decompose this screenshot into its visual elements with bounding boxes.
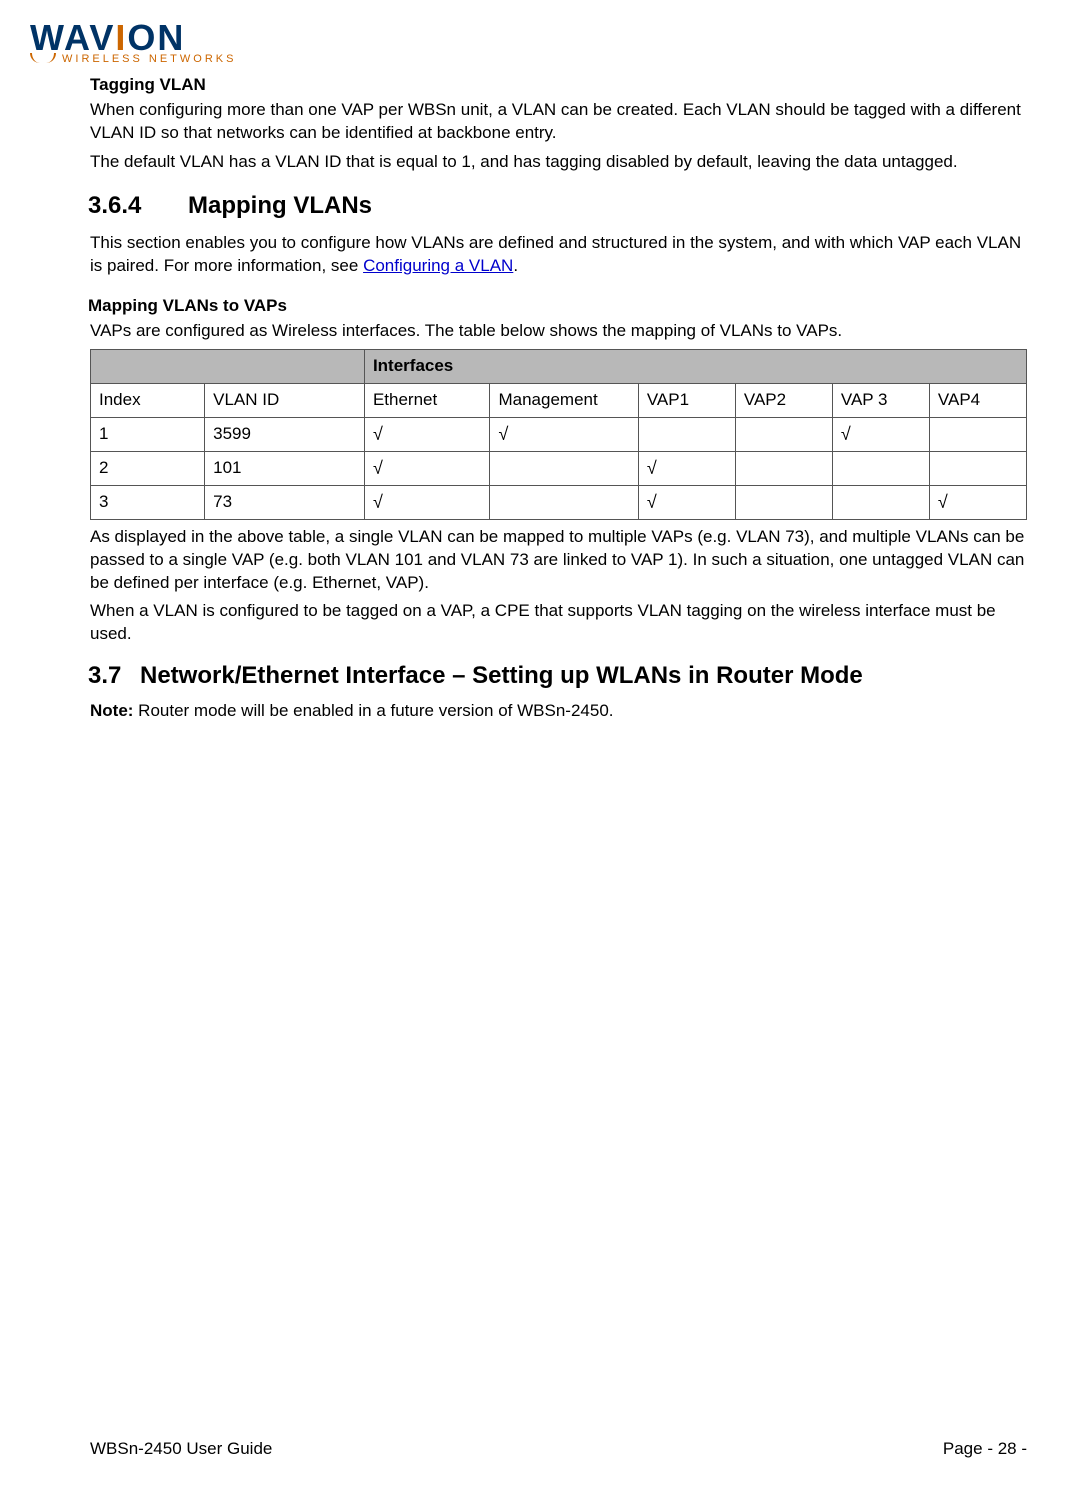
cell-vap3 bbox=[832, 451, 929, 485]
logo-subtitle: WIRELESS NETWORKS bbox=[30, 52, 1027, 65]
mapping-p3: When a VLAN is configured to be tagged o… bbox=[90, 600, 1027, 646]
col-management: Management bbox=[490, 383, 638, 417]
mapping-intro: VAPs are configured as Wireless interfac… bbox=[90, 320, 1027, 343]
table-header-row-1: Interfaces bbox=[91, 349, 1027, 383]
vlan-vap-table: Interfaces Index VLAN ID Ethernet Manage… bbox=[90, 349, 1027, 520]
cell-management bbox=[490, 451, 638, 485]
footer-right: Page - 28 - bbox=[943, 1439, 1027, 1459]
cell-vlanid: 101 bbox=[205, 451, 365, 485]
col-vap2: VAP2 bbox=[735, 383, 832, 417]
cell-index: 1 bbox=[91, 417, 205, 451]
section-num: 3.6.4 bbox=[88, 192, 188, 220]
cell-vap2 bbox=[735, 485, 832, 519]
cell-vap1: √ bbox=[638, 485, 735, 519]
section-3-6-4-heading: 3.6.4Mapping VLANs bbox=[88, 192, 1027, 220]
tagging-vlan-heading: Tagging VLAN bbox=[90, 75, 1027, 95]
logo-i: I bbox=[115, 17, 127, 58]
cell-ethernet: √ bbox=[364, 485, 490, 519]
cell-vlanid: 73 bbox=[205, 485, 365, 519]
configuring-vlan-link[interactable]: Configuring a VLAN bbox=[363, 256, 513, 275]
cell-index: 2 bbox=[91, 451, 205, 485]
col-vlanid: VLAN ID bbox=[205, 383, 365, 417]
section-37-title: Network/Ethernet Interface – Setting up … bbox=[140, 662, 863, 689]
table-row: 1 3599 √ √ √ bbox=[91, 417, 1027, 451]
logo-brand: WAVION bbox=[30, 20, 1027, 56]
cell-ethernet: √ bbox=[364, 451, 490, 485]
cell-vap3: √ bbox=[832, 417, 929, 451]
table-row: 2 101 √ √ bbox=[91, 451, 1027, 485]
tagging-p1: When configuring more than one VAP per W… bbox=[90, 99, 1027, 145]
cell-management: √ bbox=[490, 417, 638, 451]
section-3-7-note: Note: Router mode will be enabled in a f… bbox=[90, 700, 1027, 723]
cell-vap1 bbox=[638, 417, 735, 451]
cell-index: 3 bbox=[91, 485, 205, 519]
col-index: Index bbox=[91, 383, 205, 417]
cell-vlanid: 3599 bbox=[205, 417, 365, 451]
section-title: Mapping VLANs bbox=[188, 192, 372, 219]
cell-vap4 bbox=[929, 417, 1026, 451]
section-3-6-4-p1: This section enables you to configure ho… bbox=[90, 232, 1027, 278]
note-text: Router mode will be enabled in a future … bbox=[133, 701, 613, 720]
p1-text-a: This section enables you to configure ho… bbox=[90, 233, 1021, 275]
page-footer: WBSn-2450 User Guide Page - 28 - bbox=[90, 1439, 1027, 1459]
section-3-7-heading: 3.7Network/Ethernet Interface – Setting … bbox=[88, 662, 1027, 690]
mapping-heading: Mapping VLANs to VAPs bbox=[88, 296, 1027, 316]
cell-vap2 bbox=[735, 417, 832, 451]
p1-text-b: . bbox=[513, 256, 518, 275]
tagging-p2: The default VLAN has a VLAN ID that is e… bbox=[90, 151, 1027, 174]
footer-left: WBSn-2450 User Guide bbox=[90, 1439, 272, 1459]
header-interfaces: Interfaces bbox=[364, 349, 1026, 383]
col-vap4: VAP4 bbox=[929, 383, 1026, 417]
table-row: 3 73 √ √ √ bbox=[91, 485, 1027, 519]
note-label: Note: bbox=[90, 701, 133, 720]
cell-vap1: √ bbox=[638, 451, 735, 485]
header-empty bbox=[91, 349, 365, 383]
cell-vap4 bbox=[929, 451, 1026, 485]
logo: WAVION WIRELESS NETWORKS bbox=[30, 20, 1027, 65]
cell-vap2 bbox=[735, 451, 832, 485]
table-header-row-2: Index VLAN ID Ethernet Management VAP1 V… bbox=[91, 383, 1027, 417]
col-vap1: VAP1 bbox=[638, 383, 735, 417]
cell-ethernet: √ bbox=[364, 417, 490, 451]
col-ethernet: Ethernet bbox=[364, 383, 490, 417]
section-37-num: 3.7 bbox=[88, 662, 140, 690]
cell-vap4: √ bbox=[929, 485, 1026, 519]
cell-vap3 bbox=[832, 485, 929, 519]
mapping-p2: As displayed in the above table, a singl… bbox=[90, 526, 1027, 595]
cell-management bbox=[490, 485, 638, 519]
col-vap3: VAP 3 bbox=[832, 383, 929, 417]
